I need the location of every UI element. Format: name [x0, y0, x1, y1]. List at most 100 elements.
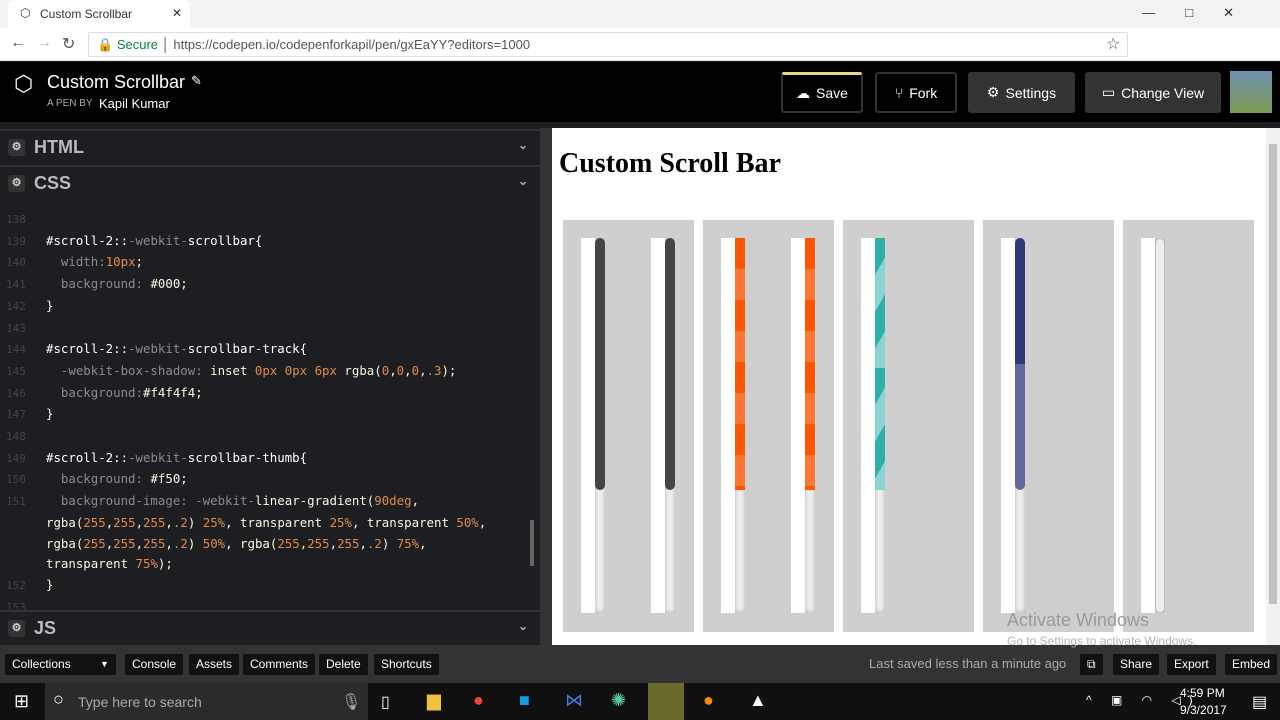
skype-icon[interactable]: ■ [519, 690, 530, 711]
close-tab-icon[interactable]: ✕ [172, 6, 182, 20]
code-token: background: [46, 276, 151, 292]
forward-icon[interactable]: → [36, 34, 52, 52]
code-line: 147} [6, 404, 532, 426]
scrollbar-thumb[interactable] [875, 238, 885, 490]
save-button[interactable]: ☁ Save [781, 72, 863, 113]
code-line: 153 [6, 597, 532, 609]
url-input[interactable]: 🔒 Secure │ https://codepen.io/codepenfor… [88, 32, 1128, 57]
scrollbar-thumb[interactable] [805, 238, 815, 490]
code-token: , transparent [351, 514, 457, 530]
scrollbar-thumb[interactable] [665, 238, 675, 490]
external-link-icon[interactable]: ⧉ [1080, 654, 1103, 675]
css-code-editor[interactable]: 138 139 #scroll-2::-webkit-scrollbar{140 w… [6, 209, 532, 609]
scroll-area[interactable] [1001, 238, 1025, 613]
clock-date[interactable]: 9/3/2017 [1180, 703, 1227, 717]
scroll-area[interactable] [721, 238, 745, 613]
line-number: 149 [6, 451, 26, 465]
export-button[interactable]: Export [1167, 654, 1216, 675]
code-line: rgba(255,255,255,.2) 25%, transparent 25… [6, 513, 532, 534]
scrollbar-thumb[interactable] [1155, 238, 1165, 613]
console-button[interactable]: Console [125, 654, 184, 675]
line-number: 142 [6, 299, 26, 313]
code-token: inset [210, 362, 255, 378]
microphone-icon[interactable]: 🎙 [341, 692, 361, 712]
scroll-area[interactable] [1141, 238, 1165, 613]
chevron-down-icon[interactable]: ⌄ [518, 619, 528, 633]
chrome-icon[interactable]: ● [473, 690, 484, 711]
code-line: 152} [6, 575, 532, 597]
firefox-icon[interactable]: ● [703, 690, 714, 711]
settings-button[interactable]: ⚙ Settings [968, 72, 1075, 113]
scrollbar-track[interactable] [665, 238, 675, 613]
assets-button[interactable]: Assets [189, 654, 240, 675]
scrollbar-track[interactable] [595, 238, 605, 613]
resize-handle[interactable] [540, 128, 552, 645]
scroll-area[interactable] [581, 238, 605, 613]
scrollbar-track[interactable] [875, 238, 885, 613]
scroll-area[interactable] [651, 238, 675, 613]
back-icon[interactable]: ← [10, 34, 26, 52]
code-token: -webkit- [128, 341, 188, 357]
delete-button[interactable]: Delete [319, 654, 368, 675]
scrollbar-track[interactable] [735, 238, 745, 613]
browser-tab[interactable]: ⬡ Custom Scrollbar ✕ [8, 0, 190, 28]
gear-icon[interactable]: ⚙ [8, 620, 25, 637]
scroll-area[interactable] [861, 238, 885, 613]
photos-icon[interactable]: ▲ [749, 690, 767, 711]
gear-icon[interactable]: ⚙ [8, 175, 25, 192]
gear-icon[interactable]: ⚙ [8, 139, 25, 156]
css-pane-header[interactable]: ⚙ CSS ⌄ [0, 165, 540, 199]
bookmark-star-icon[interactable]: ☆ [1106, 34, 1120, 54]
preview-scrollbar[interactable] [1266, 128, 1280, 645]
scrollbar-track[interactable] [805, 238, 815, 613]
scrollbar-track[interactable] [1015, 238, 1025, 613]
code-token: 75% [135, 556, 158, 572]
lock-icon: 🔒 [97, 37, 117, 52]
scrollbar-thumb[interactable] [1015, 238, 1025, 490]
scrollbar-track[interactable] [1155, 238, 1165, 613]
window-controls[interactable]: —□✕ [1142, 5, 1264, 21]
js-pane-header[interactable]: ⚙ JS ⌄ [0, 610, 540, 644]
chevron-down-icon[interactable]: ⌄ [518, 174, 528, 188]
share-button[interactable]: Share [1113, 654, 1160, 675]
clock-time[interactable]: 4:59 PM [1180, 686, 1225, 700]
line-number: 146 [6, 386, 26, 400]
edit-pencil-icon[interactable]: ✎ [191, 73, 202, 89]
comments-button[interactable]: Comments [243, 654, 316, 675]
pen-title[interactable]: Custom Scrollbar [47, 72, 185, 93]
codepen-logo-icon[interactable]: ⬡ [14, 71, 33, 97]
reload-icon[interactable]: ↻ [62, 34, 75, 54]
editor-scrollbar[interactable] [530, 520, 534, 566]
html-pane-header[interactable]: ⚙ HTML ⌄ [0, 129, 540, 163]
fork-button[interactable]: ⑂ Fork [875, 72, 957, 113]
vscode-icon[interactable]: ⋈ [565, 690, 583, 711]
line-number: 140 [6, 256, 26, 270]
scrollbar-thumb[interactable] [595, 238, 605, 490]
chevron-down-icon[interactable]: ⌄ [518, 138, 528, 152]
scrollbar-thumb[interactable] [735, 238, 745, 490]
task-view-icon[interactable]: ▯ [381, 692, 390, 712]
change-view-button[interactable]: ▭ Change View [1085, 72, 1221, 113]
line-number: 148 [6, 430, 26, 444]
active-app-icon[interactable] [648, 683, 684, 720]
code-token: 50% [202, 535, 226, 551]
code-token: .3 [426, 362, 442, 378]
taskbar-search-input[interactable]: ○ Type here to search 🎙 [45, 683, 368, 720]
file-explorer-icon[interactable]: ▆ [427, 690, 441, 711]
code-token: #scroll-2:: [46, 341, 129, 357]
atom-icon[interactable]: ✺ [611, 690, 626, 711]
user-avatar[interactable] [1230, 71, 1272, 113]
code-token: .2 [366, 535, 382, 551]
scroll-area[interactable] [791, 238, 815, 613]
preview-heading: Custom Scroll Bar [559, 148, 781, 179]
notifications-icon[interactable]: ▤ [1252, 692, 1267, 712]
browser-tab-bar: ⬡ Custom Scrollbar ✕ —□✕ [0, 0, 1280, 28]
code-token: #f50; [150, 471, 188, 487]
codepen-icon: ⬡ [20, 6, 31, 20]
line-number: 153 [6, 600, 26, 609]
embed-button[interactable]: Embed [1225, 654, 1278, 675]
line-number: 150 [6, 473, 26, 487]
shortcuts-button[interactable]: Shortcuts [374, 654, 439, 675]
pen-author-link[interactable]: Kapil Kumar [99, 96, 170, 111]
windows-start-icon[interactable]: ⊞ [14, 691, 29, 712]
